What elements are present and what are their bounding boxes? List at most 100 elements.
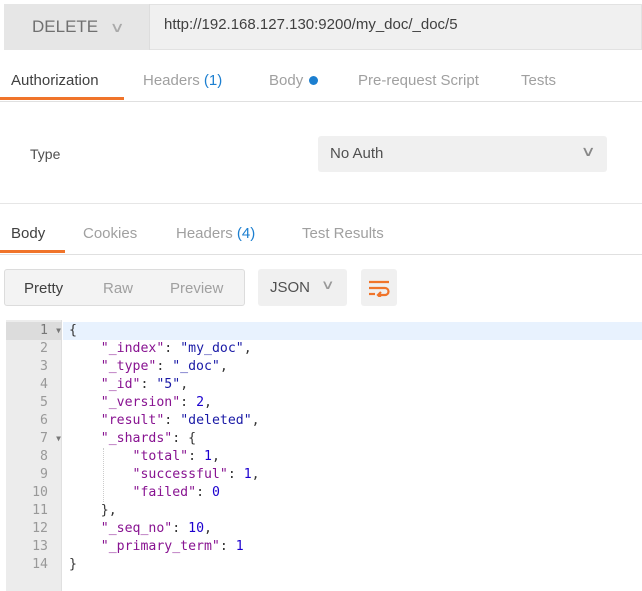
code-token: : { (172, 431, 197, 446)
code-token: "_seq_no" (100, 521, 173, 536)
response-body-editor[interactable]: 1 ▼ 2 3 4 5 6 7 ▼ 8 9 10 11 12 13 14 { "_index": "my_do… (6, 320, 642, 591)
tab-label: Headers (176, 225, 233, 242)
code-token: "total" (132, 449, 189, 464)
code-token: "_doc" (172, 359, 220, 374)
tab-label: Body (269, 72, 304, 89)
code-token: 1 (204, 449, 212, 464)
code-token: { (69, 323, 77, 338)
code-token: 1 (235, 539, 244, 554)
code-token: , (180, 377, 189, 392)
method-select[interactable]: DELETE ∨ (4, 4, 150, 50)
raw-button[interactable]: Raw (103, 280, 133, 297)
code-token: "deleted" (180, 413, 252, 428)
tab-headers[interactable]: Headers (1) (143, 72, 222, 89)
code-token: "_primary_term" (100, 539, 220, 554)
tab-body[interactable]: Body (269, 72, 319, 89)
fold-toggle-icon[interactable]: ▼ (56, 430, 61, 448)
view-mode-group: Pretty Raw Preview (4, 269, 245, 306)
auth-type-value: No Auth (330, 145, 384, 162)
headers-count: (4) (236, 225, 256, 242)
code-token: "_index" (100, 341, 165, 356)
fold-toggle-icon[interactable]: ▼ (56, 322, 61, 340)
code-line: "_version": 2, (63, 394, 642, 412)
url-input[interactable]: http://192.168.127.130:9200/my_doc/_doc/… (164, 16, 458, 33)
code-line: "result": "deleted", (63, 412, 642, 430)
code-line: }, (63, 502, 642, 520)
code-token: 0 (211, 485, 220, 500)
code-token: : (219, 539, 236, 554)
code-token: "result" (100, 413, 165, 428)
code-token: , (204, 395, 212, 410)
tab-tests[interactable]: Tests (521, 72, 556, 89)
code-token: : (227, 467, 244, 482)
chevron-down-icon: ∨ (321, 277, 336, 292)
code-token: }, (69, 503, 117, 518)
code-token: : (172, 521, 189, 536)
line-number: 6 (40, 413, 48, 428)
auth-type-select[interactable]: No Auth ∨ (318, 136, 607, 172)
code-line: "_primary_term": 1 (63, 538, 642, 556)
tab-pre-request-script[interactable]: Pre-request Script (358, 72, 479, 89)
code-line: "_seq_no": 10, (63, 520, 642, 538)
tab-label: Tests (521, 72, 557, 89)
code-line: "successful": 1, (63, 466, 642, 484)
code-token: : (196, 485, 212, 500)
code-token: "failed" (132, 485, 197, 500)
code-line: } (63, 556, 642, 574)
code-line: "total": 1, (63, 448, 642, 466)
wrap-lines-button[interactable] (361, 269, 397, 306)
indent-guide (103, 448, 104, 502)
tab-authorization[interactable]: Authorization (0, 72, 124, 100)
active-tab-underline (0, 250, 65, 253)
line-number: 7 ▼ (40, 430, 61, 448)
code-line: "failed": 0 (63, 484, 642, 502)
headers-count: (1) (203, 72, 223, 89)
tab-test-results[interactable]: Test Results (302, 225, 384, 242)
code-token: "my_doc" (180, 341, 244, 356)
code-token: , (204, 521, 212, 536)
code-token: "_version" (100, 395, 181, 410)
line-number: 14 (32, 557, 48, 572)
code-token: "_shards" (100, 431, 173, 446)
code-token: : (180, 395, 197, 410)
auth-type-label: Type (30, 146, 61, 162)
code-token: , (211, 449, 220, 464)
method-label: DELETE (32, 17, 99, 36)
code-token: "_id" (100, 377, 141, 392)
pretty-button[interactable]: Pretty (24, 280, 63, 297)
code-token: "successful" (132, 467, 228, 482)
tab-response-body[interactable]: Body (0, 225, 65, 253)
tab-label: Test Results (302, 225, 384, 242)
line-number: 11 (32, 503, 48, 518)
code-token: } (69, 557, 77, 572)
code-token: : (164, 413, 181, 428)
modified-dot-icon (309, 76, 319, 85)
request-tabs: Authorization Headers (1) Body Pre-reque… (0, 62, 642, 102)
line-number: 5 (40, 395, 48, 410)
code-token: , (243, 341, 252, 356)
chevron-down-icon: ∨ (580, 143, 596, 159)
chevron-down-icon: ∨ (109, 18, 125, 35)
format-select[interactable]: JSON ∨ (258, 269, 347, 306)
preview-button[interactable]: Preview (170, 280, 223, 297)
code-token: , (251, 467, 260, 482)
line-number: 2 (40, 341, 48, 356)
code-token: : (164, 341, 181, 356)
line-number: 4 (40, 377, 48, 392)
line-number: 8 (40, 449, 48, 464)
tab-label: Pre-request Script (358, 72, 479, 89)
tab-response-headers[interactable]: Headers (4) (176, 225, 255, 242)
code-token: : (156, 359, 173, 374)
tab-label: Cookies (83, 225, 138, 242)
tab-cookies[interactable]: Cookies (83, 225, 137, 242)
